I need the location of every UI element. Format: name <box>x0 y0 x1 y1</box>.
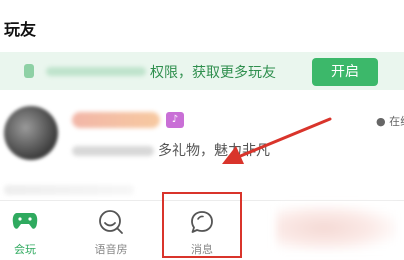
blurred-tabs <box>276 205 396 251</box>
tab-label: 会玩 <box>14 243 36 256</box>
annotation-highlight-box <box>162 192 242 258</box>
gamepad-icon <box>12 213 38 229</box>
tab-huiwan[interactable]: 会玩 <box>0 201 60 260</box>
voice-room-icon <box>99 210 123 234</box>
tab-voice-room[interactable]: 语音房 <box>76 201 146 260</box>
tab-label: 语音房 <box>94 243 128 256</box>
